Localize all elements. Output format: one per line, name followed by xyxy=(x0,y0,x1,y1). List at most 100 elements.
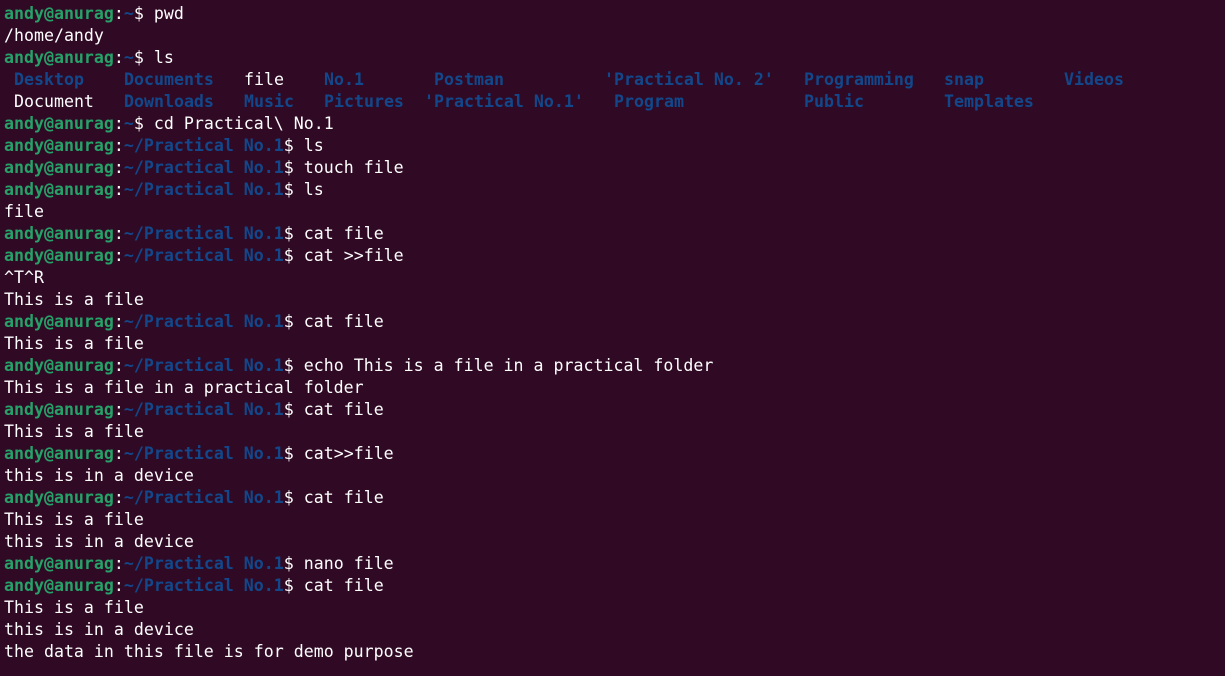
command-line: andy@anurag:~/Practical No.1$ cat file xyxy=(4,223,1225,245)
prompt-symbol: $ xyxy=(133,114,144,133)
output-text: this is in a device xyxy=(4,466,194,485)
directory-entry: Documents xyxy=(124,70,214,89)
command-text: cat file xyxy=(293,576,384,595)
directory-entry: Postman xyxy=(434,70,504,89)
output-text: This is a file xyxy=(4,290,144,309)
output-text: This is a file xyxy=(4,334,144,353)
prompt-separator: : xyxy=(113,356,124,375)
prompt-user-host: andy@anurag xyxy=(4,488,114,507)
output-line: file xyxy=(4,201,1225,223)
prompt-path: ~/Practical No.1 xyxy=(123,312,284,331)
output-text: This is a file xyxy=(4,422,144,441)
directory-entry: Music xyxy=(244,92,294,111)
directory-entry: Videos xyxy=(1064,70,1124,89)
command-line: andy@anurag:~$ cd Practical\ No.1 xyxy=(4,113,1225,135)
command-line: andy@anurag:~/Practical No.1$ echo This … xyxy=(4,355,1225,377)
terminal-window[interactable]: andy@anurag:~$ pwd/home/andy andy@anurag:… xyxy=(0,0,1225,676)
output-text: the data in this file is for demo purpos… xyxy=(4,642,414,661)
command-line: andy@anurag:~$ ls xyxy=(4,47,1225,69)
directory-entry: Program xyxy=(614,92,684,111)
directory-entry: 'Practical No. 2' xyxy=(604,70,774,89)
output-line: the data in this file is for demo purpos… xyxy=(4,641,1225,663)
prompt-path: ~/Practical No.1 xyxy=(123,554,284,573)
command-text: touch file xyxy=(293,158,404,177)
command-text: nano file xyxy=(293,554,394,573)
prompt-separator: : xyxy=(113,224,124,243)
prompt-path: ~/Practical No.1 xyxy=(123,224,284,243)
directory-entry: Desktop xyxy=(14,70,84,89)
directory-entry: 'Practical No.1' xyxy=(424,92,584,111)
output-line: This is a file xyxy=(4,421,1225,443)
output-text: /home/andy xyxy=(4,26,104,45)
prompt-separator: : xyxy=(113,576,124,595)
prompt-symbol: $ xyxy=(133,4,144,23)
prompt-separator: : xyxy=(113,554,124,573)
output-text: This is a file in a practical folder xyxy=(4,378,364,397)
command-line: andy@anurag:~/Practical No.1$ nano file xyxy=(4,553,1225,575)
command-line: andy@anurag:~/Practical No.1$ cat>>file xyxy=(4,443,1225,465)
command-text: echo This is a file in a practical folde… xyxy=(293,356,714,375)
command-text: cat>>file xyxy=(293,444,394,463)
prompt-path: ~/Practical No.1 xyxy=(123,400,284,419)
prompt-path: ~ xyxy=(123,4,134,23)
prompt-separator: : xyxy=(113,158,124,177)
file-entry: Document xyxy=(14,92,94,111)
output-line: This is a file xyxy=(4,289,1225,311)
prompt-user-host: andy@anurag xyxy=(4,180,114,199)
command-text: cd Practical\ No.1 xyxy=(143,114,334,133)
command-text: cat file xyxy=(293,488,384,507)
output-text: This is a file xyxy=(4,598,144,617)
prompt-separator: : xyxy=(113,4,124,23)
prompt-symbol: $ xyxy=(283,554,294,573)
command-line: andy@anurag:~/Practical No.1$ cat file xyxy=(4,311,1225,333)
prompt-path: ~/Practical No.1 xyxy=(123,180,284,199)
output-line: this is in a device xyxy=(4,465,1225,487)
command-text: cat file xyxy=(293,400,384,419)
prompt-path: ~/Practical No.1 xyxy=(123,136,284,155)
prompt-separator: : xyxy=(113,400,124,419)
prompt-user-host: andy@anurag xyxy=(4,356,114,375)
directory-entry: snap xyxy=(944,70,984,89)
prompt-user-host: andy@anurag xyxy=(4,444,114,463)
command-line: andy@anurag:~/Practical No.1$ cat file xyxy=(4,399,1225,421)
output-line: This is a file xyxy=(4,509,1225,531)
directory-entry: Public xyxy=(804,92,864,111)
prompt-user-host: andy@anurag xyxy=(4,136,114,155)
command-line: andy@anurag:~/Practical No.1$ touch file xyxy=(4,157,1225,179)
directory-entry: Programming xyxy=(804,70,914,89)
prompt-user-host: andy@anurag xyxy=(4,48,114,67)
prompt-symbol: $ xyxy=(283,444,294,463)
prompt-symbol: $ xyxy=(283,136,294,155)
prompt-symbol: $ xyxy=(283,400,294,419)
prompt-symbol: $ xyxy=(283,246,294,265)
prompt-symbol: $ xyxy=(133,48,144,67)
prompt-user-host: andy@anurag xyxy=(4,554,114,573)
prompt-path: ~/Practical No.1 xyxy=(123,158,284,177)
prompt-symbol: $ xyxy=(283,312,294,331)
command-text: cat file xyxy=(293,224,384,243)
prompt-separator: : xyxy=(113,444,124,463)
prompt-user-host: andy@anurag xyxy=(4,576,114,595)
prompt-path: ~/Practical No.1 xyxy=(123,246,284,265)
prompt-path: ~/Practical No.1 xyxy=(123,356,284,375)
prompt-symbol: $ xyxy=(283,180,294,199)
file-entry: file xyxy=(244,70,284,89)
prompt-user-host: andy@anurag xyxy=(4,4,114,23)
prompt-separator: : xyxy=(113,246,124,265)
directory-entry: Templates xyxy=(944,92,1034,111)
directory-entry: No.1 xyxy=(324,70,364,89)
output-text: this is in a device xyxy=(4,620,194,639)
command-line: andy@anurag:~$ pwd xyxy=(4,3,1225,25)
command-line: andy@anurag:~/Practical No.1$ ls xyxy=(4,179,1225,201)
prompt-separator: : xyxy=(113,136,124,155)
prompt-user-host: andy@anurag xyxy=(4,114,114,133)
command-line: andy@anurag:~/Practical No.1$ cat >>file xyxy=(4,245,1225,267)
ls-output-row: Document Downloads Music Pictures 'Practical… xyxy=(4,91,1225,113)
command-text: pwd xyxy=(143,4,184,23)
prompt-user-host: andy@anurag xyxy=(4,246,114,265)
prompt-path: ~/Practical No.1 xyxy=(123,444,284,463)
command-text: ls xyxy=(293,136,324,155)
command-line: andy@anurag:~/Practical No.1$ cat file xyxy=(4,487,1225,509)
output-line: This is a file xyxy=(4,333,1225,355)
prompt-separator: : xyxy=(113,114,124,133)
